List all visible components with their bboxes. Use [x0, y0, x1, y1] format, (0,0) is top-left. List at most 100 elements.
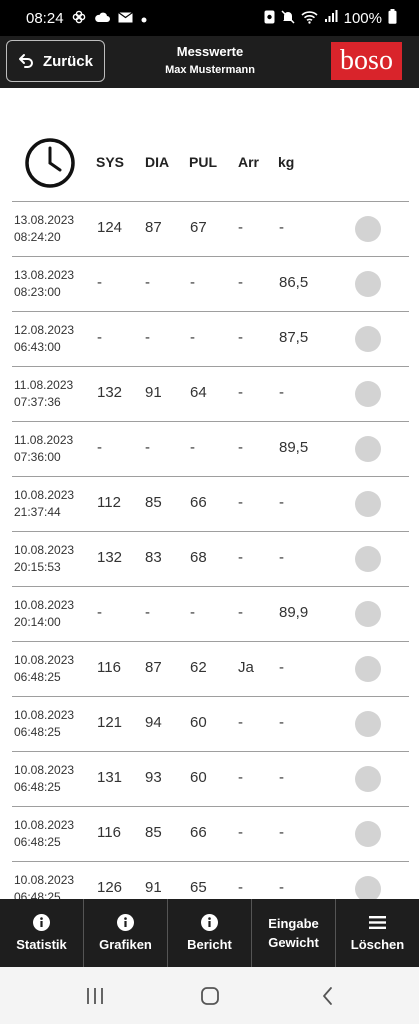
table-row[interactable]: 11.08.2023 07:37:36 132 91 64 - - [12, 367, 409, 422]
row-select-indicator[interactable] [355, 711, 381, 737]
eingabe-gewicht-label: Eingabe Gewicht [268, 916, 319, 950]
measurement-date: 10.08.2023 [14, 488, 75, 502]
cell-pul: 66 [190, 494, 207, 511]
cell-dia: 85 [145, 824, 162, 841]
cell-sys: 121 [97, 714, 123, 731]
info-icon [117, 914, 134, 931]
cell-sys: 116 [97, 824, 121, 841]
back-button[interactable]: Zurück [6, 40, 105, 82]
loeschen-button[interactable]: Löschen [336, 899, 419, 967]
cell-arr: - [238, 274, 243, 291]
row-select-indicator[interactable] [355, 271, 381, 297]
page-title: Messwerte [176, 44, 244, 59]
table-row[interactable]: 10.08.2023 06:48:25 116 85 66 - - [12, 807, 409, 862]
row-select-indicator[interactable] [355, 436, 381, 462]
cell-kg: 87,5 [279, 329, 309, 346]
table-row[interactable]: 13.08.2023 08:24:20 124 87 67 - - [12, 202, 409, 257]
row-select-indicator[interactable] [355, 876, 381, 899]
info-icon [33, 914, 50, 931]
measurement-time: 08:24:20 [14, 230, 61, 244]
cell-pul: 65 [190, 879, 207, 896]
cell-arr: - [238, 549, 243, 566]
statistik-label: Statistik [16, 937, 67, 952]
cell-kg: - [279, 714, 284, 731]
cell-kg: - [279, 659, 284, 676]
boso-logo: boso [331, 42, 402, 80]
cell-dia: 87 [145, 219, 162, 236]
cell-dia: 85 [145, 494, 162, 511]
table-row[interactable]: 10.08.2023 06:48:25 131 93 60 - - [12, 752, 409, 807]
cell-sys: - [97, 604, 102, 621]
bericht-button[interactable]: Bericht [168, 899, 252, 967]
table-row[interactable]: 10.08.2023 06:48:25 126 91 65 - - [12, 862, 409, 899]
table-row[interactable]: 10.08.2023 20:14:00 - - - - 89,9 [12, 587, 409, 642]
table-row[interactable]: 12.08.2023 06:43:00 - - - - 87,5 [12, 312, 409, 367]
app-bar: Zurück Messwerte Max Mustermann boso [0, 36, 419, 88]
measurement-datetime: 10.08.2023 21:37:44 [14, 487, 74, 521]
back-icon[interactable] [316, 985, 340, 1007]
measurement-date: 11.08.2023 [14, 433, 74, 447]
row-select-indicator[interactable] [355, 546, 381, 572]
bottom-toolbar: Statistik Grafiken Bericht Eingabe Gewic… [0, 899, 419, 967]
row-select-indicator[interactable] [355, 491, 381, 517]
row-select-indicator[interactable] [355, 216, 381, 242]
row-select-indicator[interactable] [355, 766, 381, 792]
cell-arr: - [238, 824, 243, 841]
grafiken-button[interactable]: Grafiken [84, 899, 168, 967]
cell-dia: 93 [145, 769, 162, 786]
table-row[interactable]: 13.08.2023 08:23:00 - - - - 86,5 [12, 257, 409, 312]
table-row[interactable]: 10.08.2023 06:48:25 121 94 60 - - [12, 697, 409, 752]
row-select-indicator[interactable] [355, 601, 381, 627]
nfc-icon [264, 10, 275, 27]
cell-pul: - [190, 439, 195, 456]
cell-arr: - [238, 714, 243, 731]
row-select-indicator[interactable] [355, 381, 381, 407]
status-time: 08:24 [26, 9, 64, 27]
cell-arr: - [238, 439, 243, 456]
system-nav-bar [0, 967, 419, 1024]
measurement-datetime: 10.08.2023 20:15:53 [14, 542, 74, 576]
column-header-pul: PUL [189, 154, 217, 170]
table-row[interactable]: 10.08.2023 20:15:53 132 83 68 - - [12, 532, 409, 587]
row-select-indicator[interactable] [355, 656, 381, 682]
cell-sys: 112 [97, 494, 121, 511]
measurement-datetime: 13.08.2023 08:24:20 [14, 212, 74, 246]
battery-percent: 100% [343, 9, 382, 27]
cell-kg: 89,9 [279, 604, 309, 621]
measurements-list[interactable]: SYS DIA PUL Arr kg 13.08.2023 08:24:20 124… [0, 88, 419, 899]
return-arrow-icon [18, 54, 33, 68]
row-select-indicator[interactable] [355, 326, 381, 352]
measurement-time: 20:15:53 [14, 560, 61, 574]
column-header-sys: SYS [96, 154, 125, 170]
table-row[interactable]: 11.08.2023 07:36:00 - - - - 89,5 [12, 422, 409, 477]
cloud-icon [94, 11, 110, 26]
measurement-time: 06:48:25 [14, 890, 61, 899]
info-icon [201, 914, 218, 931]
cell-kg: - [279, 769, 284, 786]
cell-kg: - [279, 494, 284, 511]
table-row[interactable]: 10.08.2023 21:37:44 112 85 66 - - [12, 477, 409, 532]
measurement-time: 06:48:25 [14, 725, 61, 739]
cell-arr: - [238, 219, 243, 236]
cell-pul: 67 [190, 219, 207, 236]
cell-pul: 68 [190, 549, 207, 566]
cell-pul: 64 [190, 384, 207, 401]
cell-arr: - [238, 769, 243, 786]
row-select-indicator[interactable] [355, 821, 381, 847]
measurement-date: 10.08.2023 [14, 818, 75, 832]
cell-dia: 87 [145, 659, 162, 676]
recents-icon[interactable] [83, 985, 107, 1007]
cell-dia: 91 [145, 879, 162, 896]
measurement-date: 10.08.2023 [14, 543, 75, 557]
mail-icon [117, 11, 133, 26]
measurement-datetime: 10.08.2023 06:48:25 [14, 872, 74, 899]
measurement-datetime: 11.08.2023 07:36:00 [14, 432, 73, 466]
cell-sys: 132 [97, 549, 123, 566]
measurement-date: 10.08.2023 [14, 763, 75, 777]
table-row[interactable]: 10.08.2023 06:48:25 116 87 62 Ja - [12, 642, 409, 697]
measurement-date: 12.08.2023 [14, 323, 75, 337]
home-icon[interactable] [198, 985, 222, 1007]
statistik-button[interactable]: Statistik [0, 899, 84, 967]
loeschen-label: Löschen [350, 937, 405, 952]
eingabe-gewicht-button[interactable]: Eingabe Gewicht [252, 899, 336, 967]
